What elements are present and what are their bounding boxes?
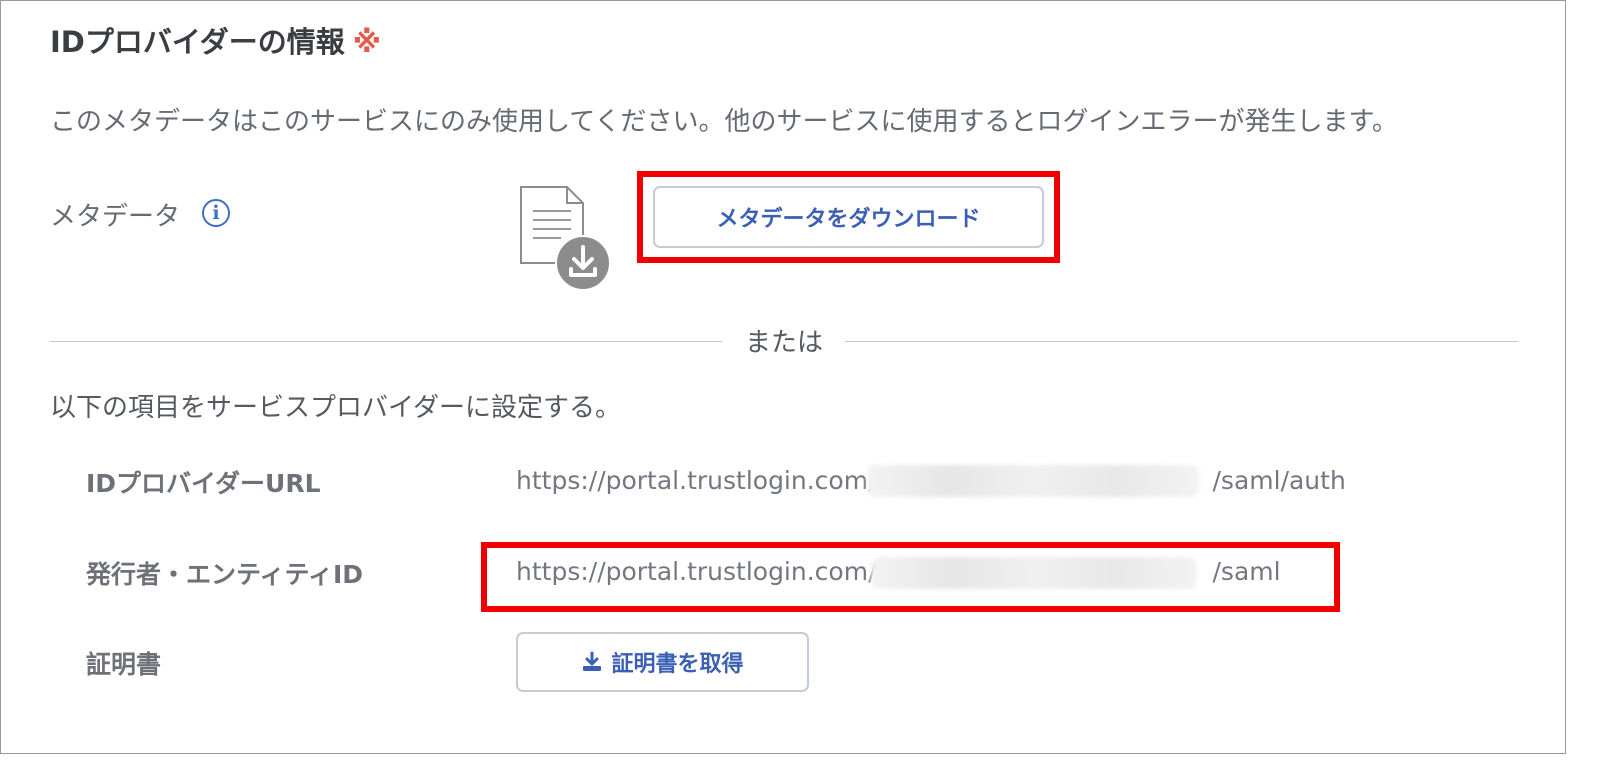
get-certificate-button[interactable]: 証明書を取得 [516, 632, 809, 692]
divider-or-text: または [745, 328, 824, 358]
divider-line-left [50, 341, 722, 342]
download-icon [583, 651, 602, 671]
entity-id-label: 発行者・エンティティID [86, 560, 364, 589]
entity-id-suffix: /saml [1212, 557, 1281, 586]
idp-url-suffix: /saml/auth [1212, 466, 1346, 495]
required-mark: ※ [352, 25, 381, 59]
idp-info-panel: IDプロバイダーの情報 ※ このメタデータはこのサービスにのみ使用してください。他… [0, 0, 1566, 754]
certificate-label: 証明書 [86, 650, 162, 679]
entity-id-prefix: https://portal.trustlogin.com/ [516, 557, 877, 586]
get-certificate-label: 証明書を取得 [611, 651, 744, 676]
idp-url-prefix: https://portal.trustlogin.com/ [516, 466, 877, 495]
redacted-entity-segment [871, 557, 1197, 589]
download-metadata-button[interactable]: メタデータをダウンロード [653, 186, 1044, 248]
metadata-label: メタデータ [50, 202, 181, 232]
redacted-url-segment [867, 465, 1199, 497]
document-download-icon [520, 186, 611, 291]
settings-description: 以下の項目をサービスプロバイダーに設定する。 [50, 393, 621, 423]
section-title: IDプロバイダーの情報 ※ [50, 19, 381, 61]
section-description: このメタデータはこのサービスにのみ使用してください。他のサービスに使用するとログ… [50, 107, 1398, 137]
idp-url-label: IDプロバイダーURL [86, 469, 321, 498]
info-icon[interactable]: i [202, 199, 230, 227]
section-title-text: IDプロバイダーの情報 [50, 25, 345, 59]
divider-line-right [845, 341, 1518, 342]
